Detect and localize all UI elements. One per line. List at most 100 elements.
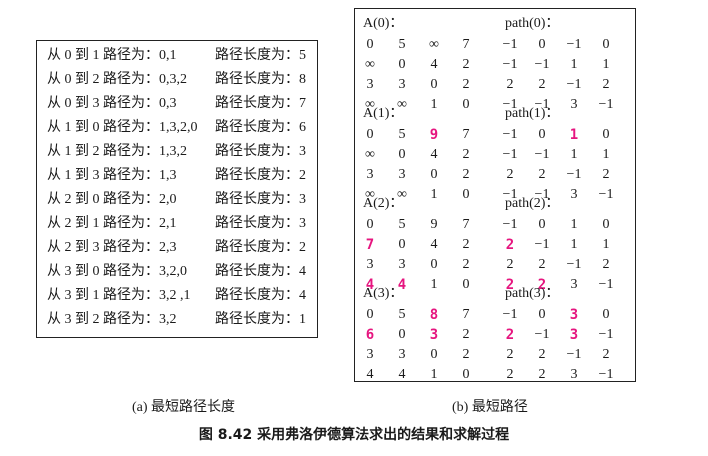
matrix-row: 0 5 9 7 −1 0 1 0: [363, 215, 633, 235]
path-cell: 2: [506, 257, 514, 272]
matrix-row: 7 0 4 2 2 −1 1 1: [363, 235, 633, 255]
shortest-length-panel: 从 0 到 1 路径为：0,1 路径长度为：5 从 0 到 2 路径为：0,3,2…: [36, 40, 318, 338]
a-cell: 2: [462, 237, 470, 252]
path-cell: 2: [506, 167, 514, 182]
path-cell: −1: [502, 37, 518, 52]
length-row: 从 0 到 3 路径为：0,3 路径长度为：7: [47, 93, 315, 115]
a-cell: 0: [462, 97, 470, 112]
matrix-row: 3 3 0 2 2 2 −1 2: [363, 255, 633, 275]
a-cell: 0: [398, 327, 406, 342]
a-cell: 3: [366, 167, 374, 182]
length-row: 从 2 到 3 路径为：2,3 路径长度为：2: [47, 237, 315, 259]
a-cell: ∞: [365, 147, 375, 162]
length-text: 路径长度为：5: [215, 48, 306, 63]
a-cell: 3: [429, 327, 439, 343]
path-cell: −1: [534, 237, 550, 252]
length-text: 路径长度为：8: [215, 72, 306, 87]
path-cell: 2: [602, 77, 610, 92]
length-text: 路径长度为：2: [215, 168, 306, 183]
a-cell: 0: [398, 147, 406, 162]
a-cell: 0: [462, 367, 470, 382]
path-cell: 2: [602, 347, 610, 362]
a-cell: 0: [366, 127, 374, 142]
matrix-a-label: A(2)：: [363, 196, 404, 211]
path-cell: −1: [502, 127, 518, 142]
a-cell: 7: [462, 217, 470, 232]
matrix-path-label: path(1)：: [505, 106, 560, 121]
a-cell: 7: [462, 127, 470, 142]
a-cell: 1: [430, 97, 438, 112]
length-text: 路径长度为：7: [215, 96, 306, 111]
path-cell: 0: [538, 127, 546, 142]
a-cell: 2: [462, 77, 470, 92]
matrix-path-label: path(2)：: [505, 196, 560, 211]
a-cell: 0: [398, 237, 406, 252]
path-cell: −1: [566, 37, 582, 52]
path-cell: −1: [534, 57, 550, 72]
a-cell: 9: [430, 217, 438, 232]
a-cell: ∞: [429, 37, 439, 52]
path-text: 从 2 到 1 路径为：2,1: [47, 216, 177, 231]
path-cell: 1: [602, 147, 610, 162]
path-cell: 1: [570, 217, 578, 232]
a-cell: 4: [398, 367, 406, 382]
length-row: 从 2 到 0 路径为：2,0 路径长度为：3: [47, 189, 315, 211]
a-cell: 3: [366, 257, 374, 272]
matrix-row: ∞ 0 4 2 −1 −1 1 1: [363, 145, 633, 165]
a-cell: 4: [366, 367, 374, 382]
matrix-path-label: path(0)：: [505, 16, 560, 31]
path-cell: 1: [570, 57, 578, 72]
matrix-row: ∞ ∞ 1 0 −1 −1 3 −1: [363, 95, 633, 115]
a-cell: 1: [430, 367, 438, 382]
matrix-a-label: A(3)：: [363, 286, 404, 301]
path-cell: 3: [570, 277, 578, 292]
path-cell: −1: [502, 307, 518, 322]
path-cell: −1: [502, 217, 518, 232]
length-text: 路径长度为：6: [215, 120, 306, 135]
matrix-row: 3 3 0 2 2 2 −1 2: [363, 345, 633, 365]
matrix-row: 3 3 0 2 2 2 −1 2: [363, 165, 633, 185]
a-cell: 0: [366, 37, 374, 52]
path-text: 从 3 到 2 路径为：3,2: [47, 312, 177, 327]
length-text: 路径长度为：4: [215, 288, 306, 303]
path-cell: 3: [569, 307, 579, 323]
path-cell: 1: [602, 237, 610, 252]
path-cell: 1: [569, 127, 579, 143]
path-cell: 2: [602, 167, 610, 182]
path-text: 从 2 到 3 路径为：2,3: [47, 240, 177, 255]
a-cell: 0: [430, 77, 438, 92]
path-text: 从 1 到 2 路径为：1,3,2: [47, 144, 187, 159]
a-cell: 2: [462, 257, 470, 272]
path-cell: 2: [505, 327, 515, 343]
path-cell: 2: [538, 167, 546, 182]
a-cell: 0: [462, 187, 470, 202]
length-text: 路径长度为：2: [215, 240, 306, 255]
a-cell: 0: [398, 57, 406, 72]
path-cell: 3: [569, 327, 579, 343]
path-cell: 0: [602, 307, 610, 322]
path-cell: 2: [602, 257, 610, 272]
matrix-a-label: A(1)：: [363, 106, 404, 121]
a-cell: 5: [398, 217, 406, 232]
a-cell: 3: [366, 347, 374, 362]
a-cell: 8: [429, 307, 439, 323]
path-text: 从 2 到 0 路径为：2,0: [47, 192, 177, 207]
matrix-row: 4 4 1 0 2 2 3 −1: [363, 365, 633, 385]
path-cell: 2: [538, 347, 546, 362]
shortest-path-panel: A(0)： path(0)： 0 5 ∞ 7 −1 0 −1 0 ∞ 0 4 2 −1 −1 1 1 3 3 0 2 2 2 −…: [354, 8, 636, 382]
length-row: 从 1 到 2 路径为：1,3,2 路径长度为：3: [47, 141, 315, 163]
length-row: 从 3 到 2 路径为：3,2 路径长度为：1: [47, 309, 315, 331]
path-text: 从 0 到 3 路径为：0,3: [47, 96, 177, 111]
path-cell: 0: [538, 307, 546, 322]
path-cell: 2: [505, 237, 515, 253]
a-cell: 7: [462, 37, 470, 52]
path-cell: 0: [538, 217, 546, 232]
path-cell: 3: [570, 367, 578, 382]
a-cell: 0: [366, 217, 374, 232]
length-row: 从 3 到 0 路径为：3,2,0 路径长度为：4: [47, 261, 315, 283]
path-text: 从 3 到 1 路径为：3,2 ,1: [47, 288, 191, 303]
path-cell: 2: [538, 257, 546, 272]
path-cell: 0: [602, 217, 610, 232]
matrix-row: ∞ ∞ 1 0 −1 −1 3 −1: [363, 185, 633, 205]
path-text: 从 0 到 1 路径为：0,1: [47, 48, 177, 63]
